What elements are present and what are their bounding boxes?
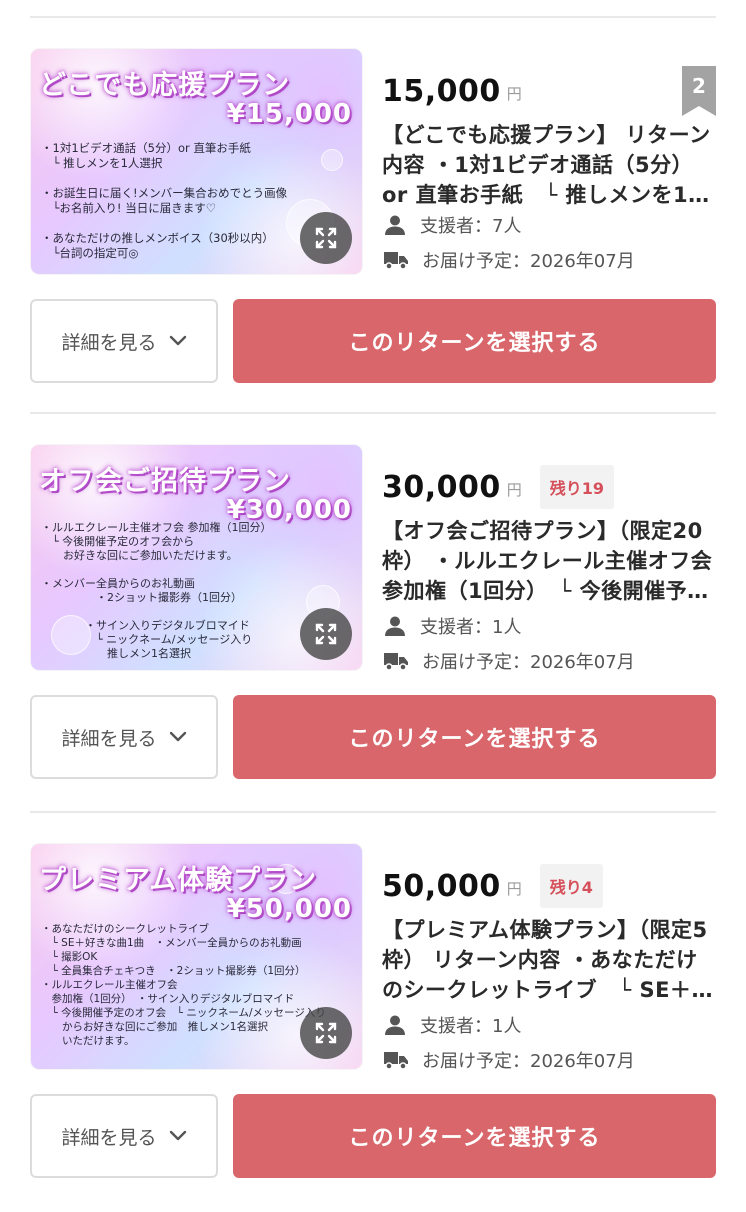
- delivery-date: お届け予定：2026年07月: [384, 247, 635, 273]
- reward-image[interactable]: プレミアム体験プラン ¥50,000 ・あなただけのシークレットライブ └ SE…: [31, 844, 362, 1069]
- delivery-text: お届け予定：2026年07月: [422, 1051, 635, 1072]
- expand-image-button[interactable]: [300, 212, 352, 264]
- yen-unit: 円: [506, 880, 522, 898]
- supporter-text: 支援者：1人: [420, 617, 522, 638]
- yen-unit: 円: [506, 85, 522, 103]
- image-price-tag: ¥15,000: [226, 99, 352, 129]
- expand-icon: [315, 623, 337, 645]
- person-icon: [385, 616, 405, 636]
- amount-row: 30,000 円 残り19: [382, 465, 615, 509]
- reward-image[interactable]: オフ会ご招待プラン ¥30,000 ・ルルエクレール主催オフ会 参加権（1回分）…: [31, 445, 362, 670]
- view-details-button[interactable]: 詳細を見る: [30, 695, 218, 779]
- image-banner-title: プレミアム体験プラン: [39, 865, 318, 896]
- view-details-label: 詳細を見る: [61, 331, 157, 354]
- chevron-down-icon: [169, 731, 186, 742]
- expand-image-button[interactable]: [300, 1007, 352, 1059]
- view-details-button[interactable]: 詳細を見る: [30, 299, 218, 383]
- expand-image-button[interactable]: [300, 608, 352, 660]
- chevron-down-icon: [169, 335, 186, 346]
- amount-row: 50,000 円 残り4: [382, 864, 603, 908]
- image-banner-title: どこでも応援プラン: [39, 70, 291, 101]
- supporter-text: 支援者：1人: [420, 1016, 522, 1037]
- yen-unit: 円: [506, 481, 522, 499]
- reward-card: どこでも応援プラン ¥15,000 ・1対1ビデオ通話（5分）or 直筆お手紙 …: [0, 17, 746, 417]
- remaining-badge: 残り19: [539, 465, 615, 509]
- select-reward-button[interactable]: このリターンを選択する: [233, 695, 716, 779]
- image-price-tag: ¥50,000: [226, 894, 352, 924]
- view-details-label: 詳細を見る: [61, 727, 157, 750]
- expand-icon: [315, 1022, 337, 1044]
- delivery-text: お届け予定：2026年07月: [422, 652, 635, 673]
- image-banner-title: オフ会ご招待プラン: [39, 466, 291, 497]
- delivery-date: お届け予定：2026年07月: [384, 648, 635, 674]
- view-details-label: 詳細を見る: [61, 1126, 157, 1149]
- reward-card: プレミアム体験プラン ¥50,000 ・あなただけのシークレットライブ └ SE…: [0, 812, 746, 1212]
- amount-row: 15,000 円: [382, 69, 522, 109]
- reward-title[interactable]: 【プレミアム体験プラン】（限定5枠） リターン内容 ・あなただけのシークレットラ…: [382, 915, 716, 1005]
- supporter-count: 支援者：7人: [384, 212, 521, 238]
- reward-title[interactable]: 【どこでも応援プラン】 リターン内容 ・1対1ビデオ通話（5分）or 直筆お手紙…: [382, 120, 716, 210]
- expand-icon: [315, 227, 337, 249]
- reward-card: オフ会ご招待プラン ¥30,000 ・ルルエクレール主催オフ会 参加権（1回分）…: [0, 413, 746, 813]
- delivery-text: お届け予定：2026年07月: [422, 251, 635, 272]
- supporter-count: 支援者：1人: [384, 613, 521, 639]
- view-details-button[interactable]: 詳細を見る: [30, 1094, 218, 1178]
- truck-icon: [384, 1052, 408, 1070]
- rank-badge: 2: [682, 66, 716, 116]
- reward-amount: 30,000: [382, 470, 501, 505]
- reward-image[interactable]: どこでも応援プラン ¥15,000 ・1対1ビデオ通話（5分）or 直筆お手紙 …: [31, 49, 362, 274]
- supporter-text: 支援者：7人: [420, 216, 522, 237]
- truck-icon: [384, 252, 408, 270]
- person-icon: [385, 1015, 405, 1035]
- supporter-count: 支援者：1人: [384, 1012, 521, 1038]
- select-reward-button[interactable]: このリターンを選択する: [233, 299, 716, 383]
- remaining-badge: 残り4: [539, 864, 603, 908]
- select-reward-button[interactable]: このリターンを選択する: [233, 1094, 716, 1178]
- reward-title[interactable]: 【オフ会ご招待プラン】（限定20枠） ・ルルエクレール主催オフ会 参加権（1回分…: [382, 516, 716, 606]
- person-icon: [385, 215, 405, 235]
- chevron-down-icon: [169, 1130, 186, 1141]
- delivery-date: お届け予定：2026年07月: [384, 1047, 635, 1073]
- reward-amount: 15,000: [382, 74, 501, 109]
- reward-amount: 50,000: [382, 869, 501, 904]
- truck-icon: [384, 653, 408, 671]
